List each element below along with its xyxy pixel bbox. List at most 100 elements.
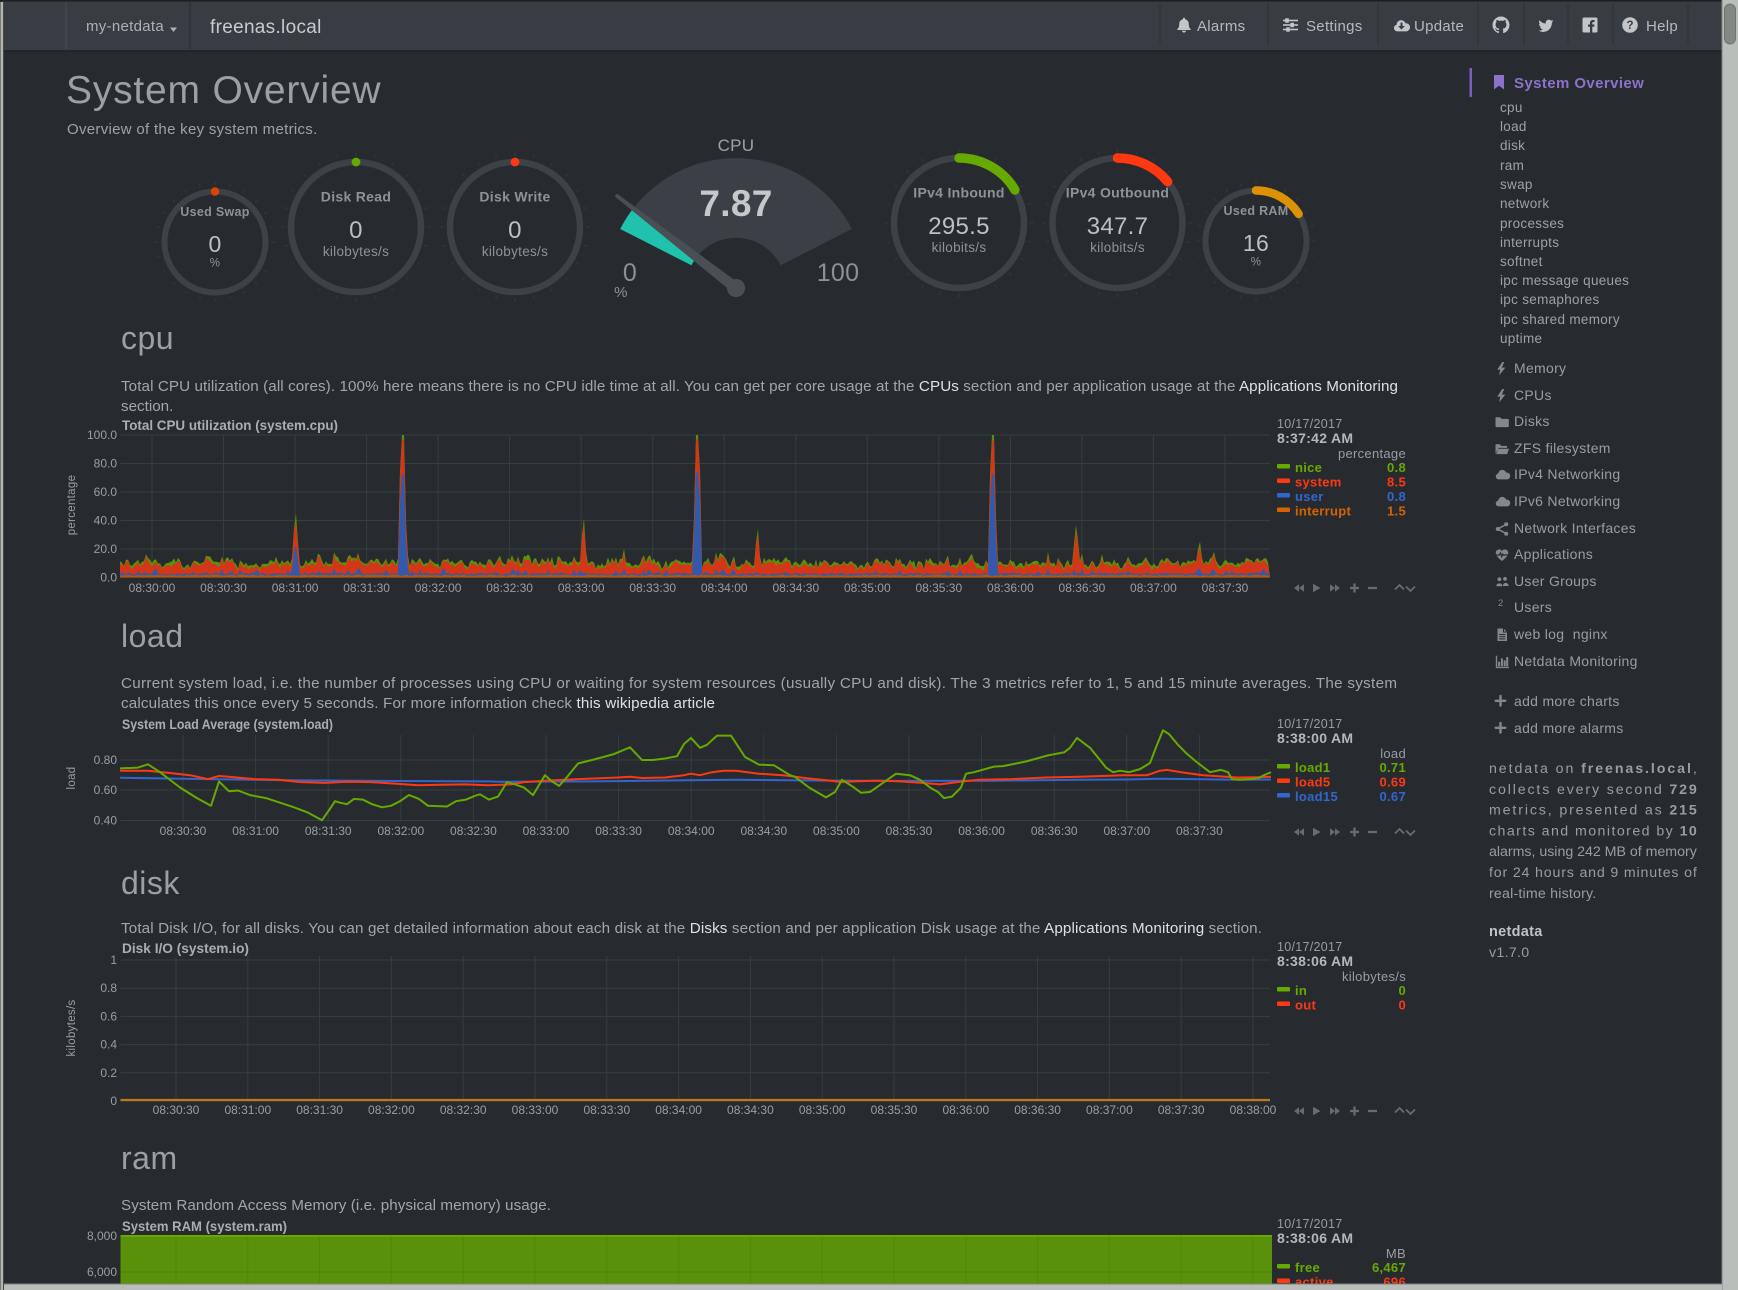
svg-text:out: out [1295,998,1316,1013]
svg-text:08:30:30: 08:30:30 [200,581,247,595]
svg-text:System RAM (system.ram): System RAM (system.ram) [122,1218,287,1234]
svg-text:IPv4 Outbound: IPv4 Outbound [1066,185,1169,201]
svg-text:08:33:00: 08:33:00 [558,581,605,595]
svg-text:processes: processes [1500,216,1564,231]
svg-text:08:30:30: 08:30:30 [153,1103,200,1117]
svg-text:Used RAM: Used RAM [1224,204,1289,218]
svg-text:08:35:00: 08:35:00 [844,581,891,595]
svg-text:6,467: 6,467 [1372,1260,1406,1275]
svg-text:08:33:30: 08:33:30 [629,581,676,595]
svg-text:Used Swap: Used Swap [180,205,249,219]
svg-text:softnet: softnet [1500,254,1543,269]
svg-text:Disk I/O (system.io): Disk I/O (system.io) [122,940,249,956]
svg-text:08:37:00: 08:37:00 [1103,824,1150,838]
svg-text:Alarms: Alarms [1197,18,1245,35]
svg-text:netdata: netdata [1489,924,1543,940]
svg-text:calculates this once every 5 s: calculates this once every 5 seconds. Fo… [121,695,715,712]
svg-text:08:32:30: 08:32:30 [486,581,533,595]
svg-text:08:36:30: 08:36:30 [1059,581,1106,595]
svg-text:Network Interfaces: Network Interfaces [1514,520,1636,536]
svg-text:0.69: 0.69 [1379,775,1406,790]
svg-text:real-time history.: real-time history. [1489,886,1596,902]
svg-text:ipc message queues: ipc message queues [1500,273,1629,288]
svg-text:08:36:00: 08:36:00 [987,581,1034,595]
svg-text:swap: swap [1500,177,1533,192]
svg-text:kilobytes/s: kilobytes/s [323,244,389,259]
svg-text:Memory: Memory [1514,360,1566,376]
svg-text:08:36:30: 08:36:30 [1031,824,1078,838]
svg-text:interrupts: interrupts [1500,235,1559,250]
svg-text:uptime: uptime [1500,331,1542,346]
svg-text:0: 0 [208,231,221,257]
svg-text:Disk Read: Disk Read [321,189,391,205]
svg-text:08:36:00: 08:36:00 [942,1103,989,1117]
svg-text:08:34:00: 08:34:00 [655,1103,702,1117]
svg-text:08:36:30: 08:36:30 [1014,1103,1061,1117]
svg-text:0.67: 0.67 [1379,789,1406,804]
svg-text:08:38:00: 08:38:00 [1230,1103,1277,1117]
svg-text:08:34:30: 08:34:30 [740,824,787,838]
svg-text:0.4: 0.4 [100,1038,117,1052]
svg-text:MB: MB [1386,1246,1406,1261]
svg-text:Netdata Monitoring: Netdata Monitoring [1514,653,1638,669]
svg-text:Update: Update [1414,18,1464,35]
svg-text:add more alarms: add more alarms [1514,720,1624,736]
svg-text:CPUs: CPUs [1514,387,1552,403]
svg-text:in: in [1295,983,1307,998]
svg-text:kilobits/s: kilobits/s [932,240,987,255]
svg-text:Total CPU utilization (all cor: Total CPU utilization (all cores). 100% … [121,378,1398,395]
svg-text:100: 100 [817,259,860,287]
svg-text:Applications: Applications [1514,546,1593,562]
svg-text:Total Disk I/O, for all disks.: Total Disk I/O, for all disks. You can g… [121,920,1262,937]
svg-text:load15: load15 [1295,789,1338,804]
svg-text:1: 1 [110,953,117,967]
svg-text:kilobytes/s: kilobytes/s [482,244,548,259]
svg-text:%: % [210,258,221,270]
svg-text:0: 0 [1398,983,1406,998]
svg-text:6,000: 6,000 [87,1265,117,1279]
svg-text:disk: disk [121,865,180,901]
svg-text:08:30:30: 08:30:30 [160,824,207,838]
svg-text:60.0: 60.0 [94,485,118,499]
svg-text:08:32:00: 08:32:00 [377,824,424,838]
svg-text:Total CPU utilization (system.: Total CPU utilization (system.cpu) [122,417,338,433]
svg-text:web log nginx: web log nginx [1513,626,1608,642]
svg-text:80.0: 80.0 [94,457,118,471]
svg-text:Users: Users [1514,599,1552,615]
svg-text:08:35:00: 08:35:00 [799,1103,846,1117]
svg-text:08:32:00: 08:32:00 [368,1103,415,1117]
svg-text:16: 16 [1243,230,1269,256]
svg-text:08:37:30: 08:37:30 [1202,581,1249,595]
svg-text:user: user [1295,489,1324,504]
svg-text:?: ? [1626,20,1633,32]
svg-text:percentage: percentage [66,475,78,536]
svg-text:Disk Write: Disk Write [479,189,550,205]
svg-text:kilobytes/s: kilobytes/s [1342,969,1406,984]
svg-text:section.: section. [121,398,173,415]
svg-text:ZFS filesystem: ZFS filesystem [1514,440,1611,456]
svg-text:8:38:06 AM: 8:38:06 AM [1277,953,1353,969]
svg-text:User Groups: User Groups [1514,573,1597,589]
svg-text:8,000: 8,000 [87,1229,117,1243]
svg-text:ipc shared memory: ipc shared memory [1500,312,1620,327]
svg-text:10/17/2017: 10/17/2017 [1277,940,1343,954]
svg-text:08:35:30: 08:35:30 [871,1103,918,1117]
svg-text:cpu: cpu [121,320,174,356]
svg-text:load: load [66,767,78,790]
svg-text:08:31:30: 08:31:30 [343,581,390,595]
svg-text:08:32:30: 08:32:30 [450,824,497,838]
svg-text:1.5: 1.5 [1387,504,1406,519]
svg-text:08:33:00: 08:33:00 [512,1103,559,1117]
svg-text:08:34:30: 08:34:30 [727,1103,774,1117]
svg-text:0.2: 0.2 [100,1066,117,1080]
svg-text:08:36:00: 08:36:00 [958,824,1005,838]
svg-text:0: 0 [1398,998,1406,1013]
svg-text:0.71: 0.71 [1379,760,1406,775]
svg-text:Overview of the key system met: Overview of the key system metrics. [67,121,318,138]
svg-text:freenas.local: freenas.local [210,17,322,38]
svg-text:kilobits/s: kilobits/s [1090,240,1145,255]
svg-text:347.7: 347.7 [1087,213,1149,240]
svg-text:8:38:00 AM: 8:38:00 AM [1277,730,1353,746]
svg-text:load: load [1380,746,1406,761]
svg-text:295.5: 295.5 [928,213,990,240]
